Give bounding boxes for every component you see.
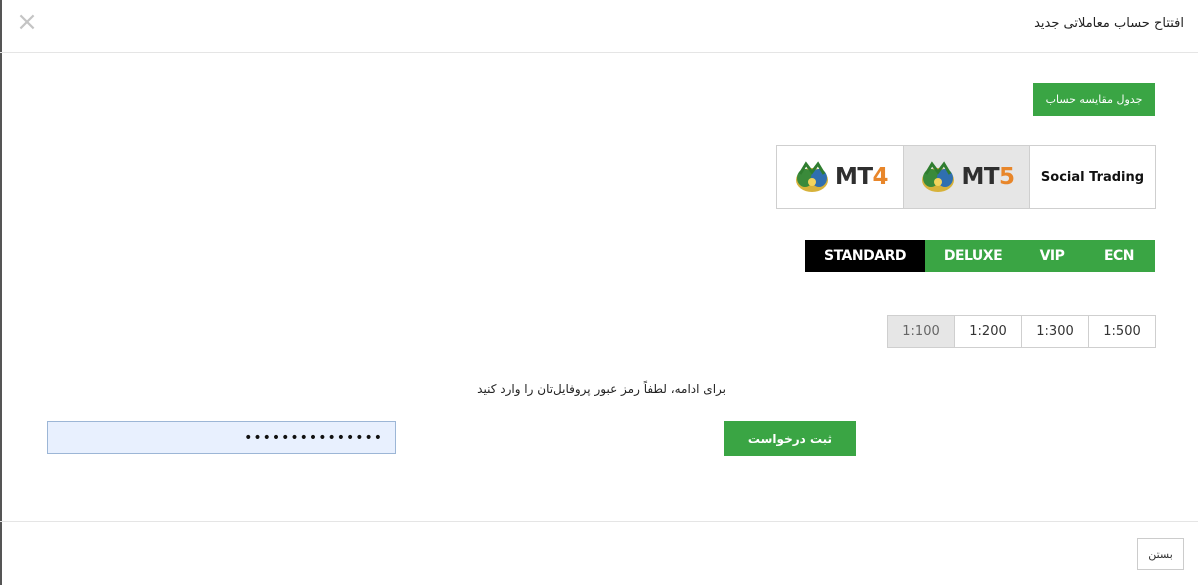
password-prompt: برای ادامه، لطفاً رمز عبور پروفایل‌تان ر…: [477, 382, 726, 396]
window-left-edge: [0, 0, 2, 585]
platform-option-mt5[interactable]: MT5: [903, 146, 1029, 208]
modal-title: افتتاح حساب معاملاتی جدید: [1034, 16, 1184, 31]
account-type-vip[interactable]: VIP: [1021, 240, 1083, 272]
account-comparison-button[interactable]: جدول مقایسه حساب: [1033, 83, 1155, 116]
account-type-standard[interactable]: STANDARD: [805, 240, 925, 272]
social-trading-label: Social Trading: [1040, 169, 1145, 185]
account-type-ecn[interactable]: ECN: [1083, 240, 1155, 272]
platform-option-social-trading[interactable]: Social Trading: [1029, 146, 1155, 208]
leverage-option-1-300[interactable]: 1:300: [1021, 316, 1088, 347]
metatrader-logo-icon: [922, 161, 955, 192]
modal-footer-divider: [0, 521, 1198, 522]
platform-selector: MT4 MT5 Social Trading: [776, 145, 1156, 209]
platform-option-mt4[interactable]: MT4: [777, 146, 903, 208]
leverage-selector: 1:100 1:200 1:300 1:500: [887, 315, 1156, 348]
modal-header: × افتتاح حساب معاملاتی جدید: [0, 0, 1198, 53]
new-account-modal: × افتتاح حساب معاملاتی جدید جدول مقایسه …: [0, 0, 1198, 585]
password-input[interactable]: [47, 421, 396, 454]
leverage-option-1-500[interactable]: 1:500: [1088, 316, 1155, 347]
close-icon[interactable]: ×: [14, 8, 40, 36]
account-type-selector: STANDARD DELUXE VIP ECN: [805, 240, 1155, 272]
close-button[interactable]: بستن: [1137, 538, 1184, 570]
leverage-option-1-200[interactable]: 1:200: [954, 316, 1021, 347]
leverage-option-1-100[interactable]: 1:100: [888, 316, 954, 347]
account-type-deluxe[interactable]: DELUXE: [925, 240, 1021, 272]
submit-request-button[interactable]: ثبت درخواست: [724, 421, 856, 456]
metatrader-logo-icon: [795, 161, 828, 192]
